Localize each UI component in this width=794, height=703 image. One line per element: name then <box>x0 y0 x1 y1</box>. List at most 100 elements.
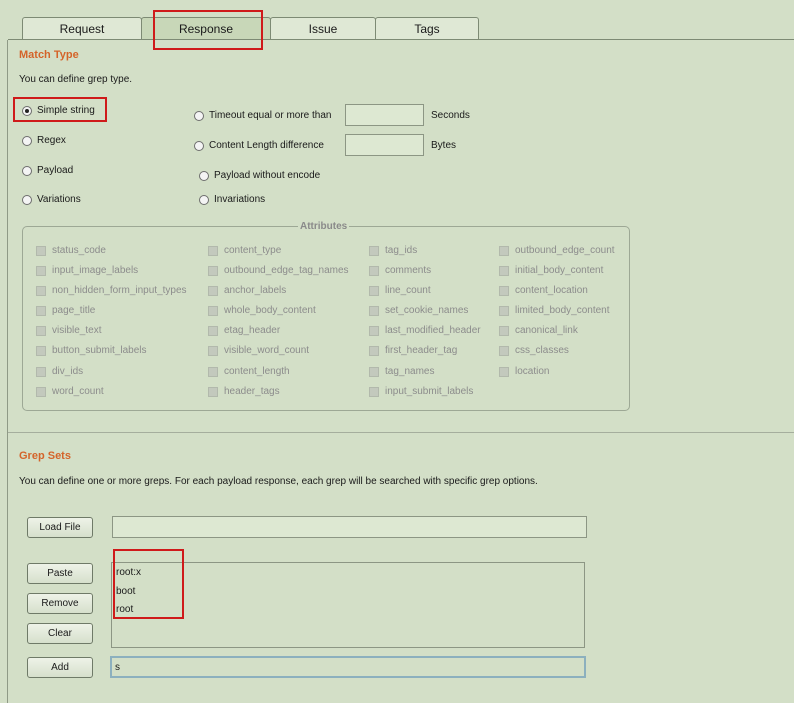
tab-tags[interactable]: Tags <box>375 17 479 39</box>
checkbox-location[interactable] <box>499 367 509 377</box>
checkbox-line-count[interactable] <box>369 286 379 296</box>
radio-payload[interactable] <box>22 166 32 176</box>
timeout-input[interactable] <box>345 104 424 126</box>
load-file-input[interactable] <box>112 516 587 538</box>
label-input-submit-labels: input_submit_labels <box>385 386 474 397</box>
tab-issue-label: Issue <box>308 22 338 36</box>
label-anchor-labels: anchor_labels <box>224 285 287 296</box>
checkbox-etag-header[interactable] <box>208 326 218 336</box>
add-button[interactable]: Add <box>27 657 93 678</box>
radio-simple-string[interactable] <box>22 106 32 116</box>
label-whole-body-content: whole_body_content <box>224 305 316 316</box>
grep-sets-title: Grep Sets <box>19 450 71 462</box>
label-location: location <box>515 366 550 377</box>
label-word-count: word_count <box>52 386 104 397</box>
label-canonical-link: canonical_link <box>515 325 578 336</box>
checkbox-button-submit-labels[interactable] <box>36 346 46 356</box>
remove-button[interactable]: Remove <box>27 593 93 614</box>
label-non-hidden-form-input-types: non_hidden_form_input_types <box>52 285 187 296</box>
grep-item-root-x[interactable]: root:x <box>116 567 141 578</box>
paste-button[interactable]: Paste <box>27 563 93 584</box>
tab-tags-label: Tags <box>414 22 440 36</box>
checkbox-first-header-tag[interactable] <box>369 346 379 356</box>
checkbox-initial-body-content[interactable] <box>499 266 509 276</box>
label-header-tags: header_tags <box>224 386 280 397</box>
checkbox-outbound-edge-tag-names[interactable] <box>208 266 218 276</box>
tab-response[interactable]: Response <box>141 17 271 39</box>
label-tag-names: tag_names <box>385 366 435 377</box>
label-invariations: Invariations <box>214 194 266 205</box>
label-status-code: status_code <box>52 245 106 256</box>
clear-button[interactable]: Clear <box>27 623 93 644</box>
label-content-location: content_location <box>515 285 588 296</box>
checkbox-limited-body-content[interactable] <box>499 306 509 316</box>
label-visible-word-count: visible_word_count <box>224 345 310 356</box>
radio-payload-without-encode[interactable] <box>199 171 209 181</box>
label-last-modified-header: last_modified_header <box>385 325 481 336</box>
panel-left-border <box>7 40 8 703</box>
checkbox-outbound-edge-count[interactable] <box>499 246 509 256</box>
tab-response-label: Response <box>178 22 234 36</box>
match-type-description: You can define grep type. <box>19 74 133 85</box>
tab-underline <box>8 39 794 40</box>
label-button-submit-labels: button_submit_labels <box>52 345 147 356</box>
load-file-button[interactable]: Load File <box>27 517 93 538</box>
checkbox-canonical-link[interactable] <box>499 326 509 336</box>
label-input-image-labels: input_image_labels <box>52 265 139 276</box>
radio-invariations[interactable] <box>199 195 209 205</box>
label-comments: comments <box>385 265 432 276</box>
section-divider <box>8 432 794 433</box>
label-timeout: Timeout equal or more than <box>209 110 332 121</box>
label-content-length-attr: content_length <box>224 366 290 377</box>
grep-list[interactable] <box>111 562 585 648</box>
checkbox-header-tags[interactable] <box>208 387 218 397</box>
label-payload: Payload <box>37 165 74 176</box>
checkbox-non-hidden-form-input-types[interactable] <box>36 286 46 296</box>
radio-regex[interactable] <box>22 136 32 146</box>
checkbox-set-cookie-names[interactable] <box>369 306 379 316</box>
timeout-unit: Seconds <box>431 110 470 121</box>
checkbox-word-count[interactable] <box>36 387 46 397</box>
tab-issue[interactable]: Issue <box>270 17 376 39</box>
content-length-input[interactable] <box>345 134 424 156</box>
tab-request-label: Request <box>59 22 105 36</box>
grep-item-boot[interactable]: boot <box>116 586 135 597</box>
label-line-count: line_count <box>385 285 431 296</box>
radio-variations[interactable] <box>22 195 32 205</box>
checkbox-content-length[interactable] <box>208 367 218 377</box>
checkbox-comments[interactable] <box>369 266 379 276</box>
checkbox-content-location[interactable] <box>499 286 509 296</box>
checkbox-anchor-labels[interactable] <box>208 286 218 296</box>
tab-request[interactable]: Request <box>22 17 142 39</box>
label-first-header-tag: first_header_tag <box>385 345 458 356</box>
checkbox-tag-names[interactable] <box>369 367 379 377</box>
match-type-title: Match Type <box>19 49 79 61</box>
checkbox-content-type[interactable] <box>208 246 218 256</box>
radio-content-length[interactable] <box>194 141 204 151</box>
label-set-cookie-names: set_cookie_names <box>385 305 469 316</box>
checkbox-whole-body-content[interactable] <box>208 306 218 316</box>
label-simple-string: Simple string <box>37 105 95 116</box>
label-variations: Variations <box>37 194 81 205</box>
label-div-ids: div_ids <box>52 366 84 377</box>
checkbox-visible-text[interactable] <box>36 326 46 336</box>
label-regex: Regex <box>37 135 66 146</box>
grep-item-root[interactable]: root <box>116 604 133 615</box>
label-initial-body-content: initial_body_content <box>515 265 604 276</box>
checkbox-input-image-labels[interactable] <box>36 266 46 276</box>
add-grep-input[interactable]: s <box>110 656 586 678</box>
checkbox-status-code[interactable] <box>36 246 46 256</box>
checkbox-tag-ids[interactable] <box>369 246 379 256</box>
checkbox-css-classes[interactable] <box>499 346 509 356</box>
content-length-unit: Bytes <box>431 140 457 151</box>
radio-timeout[interactable] <box>194 111 204 121</box>
label-payload-without-encode: Payload without encode <box>214 170 321 181</box>
checkbox-last-modified-header[interactable] <box>369 326 379 336</box>
label-content-type: content_type <box>224 245 282 256</box>
checkbox-page-title[interactable] <box>36 306 46 316</box>
checkbox-visible-word-count[interactable] <box>208 346 218 356</box>
label-page-title: page_title <box>52 305 96 316</box>
checkbox-div-ids[interactable] <box>36 367 46 377</box>
checkbox-input-submit-labels[interactable] <box>369 387 379 397</box>
grep-sets-description: You can define one or more greps. For ea… <box>19 476 538 487</box>
